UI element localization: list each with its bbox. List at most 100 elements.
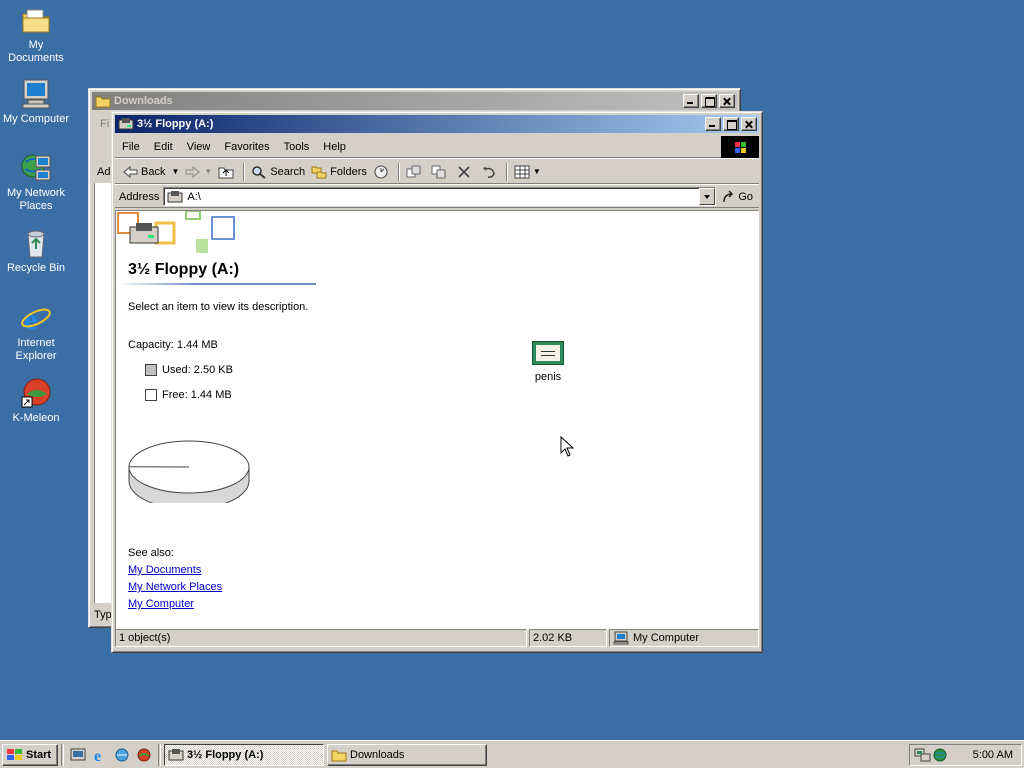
- views-icon: [514, 165, 530, 178]
- svg-text:e: e: [94, 748, 101, 763]
- desktop-icon-my-network-places[interactable]: My Network Places: [0, 152, 72, 213]
- menu-view[interactable]: View: [180, 141, 218, 153]
- start-button[interactable]: Start: [2, 743, 58, 766]
- address-label: Address: [119, 190, 160, 203]
- views-button[interactable]: ▼: [511, 162, 544, 182]
- explorer-titlebar[interactable]: 3½ Floppy (A:): [115, 115, 759, 133]
- webview-heading: 3½ Floppy (A:): [128, 261, 240, 278]
- taskbar: Start e 3½ Floppy (A:) Downloads 5:00 AM: [0, 740, 1024, 768]
- menu-peek: Fi: [100, 118, 110, 130]
- menu-tools[interactable]: Tools: [277, 141, 317, 153]
- toolbar-separator: [397, 162, 400, 181]
- desktop-icon-my-computer[interactable]: My Computer: [0, 78, 72, 126]
- forward-button[interactable]: ▼: [182, 162, 215, 182]
- webview-header-graphic: [117, 211, 235, 253]
- history-icon: [374, 165, 388, 178]
- minimize-button[interactable]: [683, 94, 699, 108]
- menu-edit[interactable]: Edit: [147, 141, 180, 153]
- desktop-icon-label: K-Meleon: [12, 412, 60, 424]
- back-arrow-icon: [123, 165, 138, 178]
- folder-icon: [95, 96, 111, 108]
- webview-panel: 3½ Floppy (A:) Select an item to view it…: [116, 211, 326, 629]
- search-label: Search: [270, 165, 306, 178]
- maximize-button[interactable]: [701, 94, 717, 108]
- menu-favorites[interactable]: Favorites: [217, 141, 276, 153]
- used-legend-swatch: [145, 364, 157, 376]
- delete-button[interactable]: [453, 162, 478, 182]
- status-size: 2.02 KB: [529, 629, 607, 647]
- task-label: 3½ Floppy (A:): [187, 748, 264, 761]
- search-button[interactable]: Search: [248, 162, 308, 182]
- forward-arrow-icon: [185, 165, 201, 178]
- outlook-express-icon[interactable]: [114, 747, 130, 763]
- desktop-icon-k-meleon[interactable]: K-Meleon: [0, 377, 72, 425]
- webview-divider: [116, 283, 316, 285]
- go-label: Go: [738, 190, 753, 203]
- folders-button[interactable]: Folders: [308, 162, 370, 182]
- menu-file[interactable]: File: [115, 141, 147, 153]
- desktop-icon-label: Places: [19, 200, 53, 212]
- task-button-floppy[interactable]: 3½ Floppy (A:): [164, 743, 324, 766]
- desktop-icon-my-documents[interactable]: My Documents: [0, 4, 72, 65]
- toolbar-separator: [243, 162, 246, 181]
- forward-dropdown-icon[interactable]: ▼: [204, 167, 212, 176]
- desktop-icon-label: Explorer: [15, 350, 57, 362]
- address-peek: Ad: [97, 166, 111, 178]
- folder-content[interactable]: 3½ Floppy (A:) Select an item to view it…: [115, 210, 759, 630]
- status-zone: My Computer: [609, 629, 759, 647]
- status-object-count: 1 object(s): [115, 629, 527, 647]
- folder-icon: [331, 750, 347, 761]
- window-title: Downloads: [114, 95, 173, 107]
- show-desktop-icon[interactable]: [70, 747, 86, 763]
- status-peek: Typ: [94, 609, 112, 621]
- back-label: Back: [141, 165, 166, 178]
- window-title: 3½ Floppy (A:): [137, 118, 214, 130]
- floppy-drive-icon: [118, 118, 134, 130]
- clock[interactable]: 5:00 AM: [973, 749, 1013, 761]
- network-tray-icon[interactable]: [914, 747, 932, 763]
- desktop-icon-internet-explorer[interactable]: e Internet Explorer: [0, 302, 72, 363]
- k-meleon-icon: [20, 377, 52, 409]
- free-legend-swatch: [145, 389, 157, 401]
- move-to-button[interactable]: [403, 162, 428, 182]
- task-button-downloads[interactable]: Downloads: [327, 743, 487, 766]
- views-dropdown-icon[interactable]: ▼: [533, 167, 541, 176]
- link-my-network-places[interactable]: My Network Places: [128, 581, 222, 593]
- file-item[interactable]: penis: [520, 341, 576, 383]
- link-my-computer[interactable]: My Computer: [128, 598, 194, 610]
- maximize-button[interactable]: [723, 117, 739, 131]
- history-button[interactable]: [370, 162, 395, 182]
- toolbar-separator: [505, 162, 508, 181]
- minimize-button[interactable]: [705, 117, 721, 131]
- undo-button[interactable]: [478, 162, 503, 182]
- free-text: Free: 1.44 MB: [162, 389, 232, 401]
- globe-tray-icon[interactable]: [932, 747, 948, 763]
- close-button[interactable]: [741, 117, 757, 131]
- downloads-titlebar[interactable]: Downloads: [92, 92, 737, 110]
- address-input[interactable]: A:\: [163, 187, 717, 206]
- k-meleon-icon[interactable]: [136, 747, 152, 763]
- internet-explorer-icon[interactable]: e: [92, 747, 108, 763]
- address-bar: Address A:\ Go: [115, 186, 759, 208]
- desktop-icon-label: My Network: [6, 187, 66, 199]
- undo-icon: [482, 166, 495, 178]
- address-dropdown-button[interactable]: [699, 188, 716, 205]
- up-folder-button[interactable]: [215, 162, 240, 182]
- disk-usage-pie: [128, 440, 250, 503]
- system-tray: 5:00 AM: [909, 744, 1022, 766]
- back-button[interactable]: Back ▼: [119, 162, 182, 182]
- status-bar: 1 object(s) 2.02 KB My Computer: [115, 629, 759, 649]
- floppy-drive-icon: [167, 190, 183, 202]
- go-button[interactable]: Go: [716, 189, 759, 204]
- windows-flag-icon: [7, 748, 22, 760]
- close-button[interactable]: [719, 94, 735, 108]
- up-folder-icon: [218, 167, 234, 178]
- explorer-window[interactable]: 3½ Floppy (A:) File Edit View Favorites …: [111, 111, 763, 653]
- link-my-documents[interactable]: My Documents: [128, 564, 201, 576]
- delete-x-icon: [458, 165, 470, 178]
- copy-to-button[interactable]: [428, 162, 453, 182]
- back-dropdown-icon[interactable]: ▼: [171, 167, 179, 176]
- floppy-drive-icon: [168, 748, 184, 760]
- desktop-icon-recycle-bin[interactable]: Recycle Bin: [0, 227, 72, 275]
- menu-help[interactable]: Help: [316, 141, 353, 153]
